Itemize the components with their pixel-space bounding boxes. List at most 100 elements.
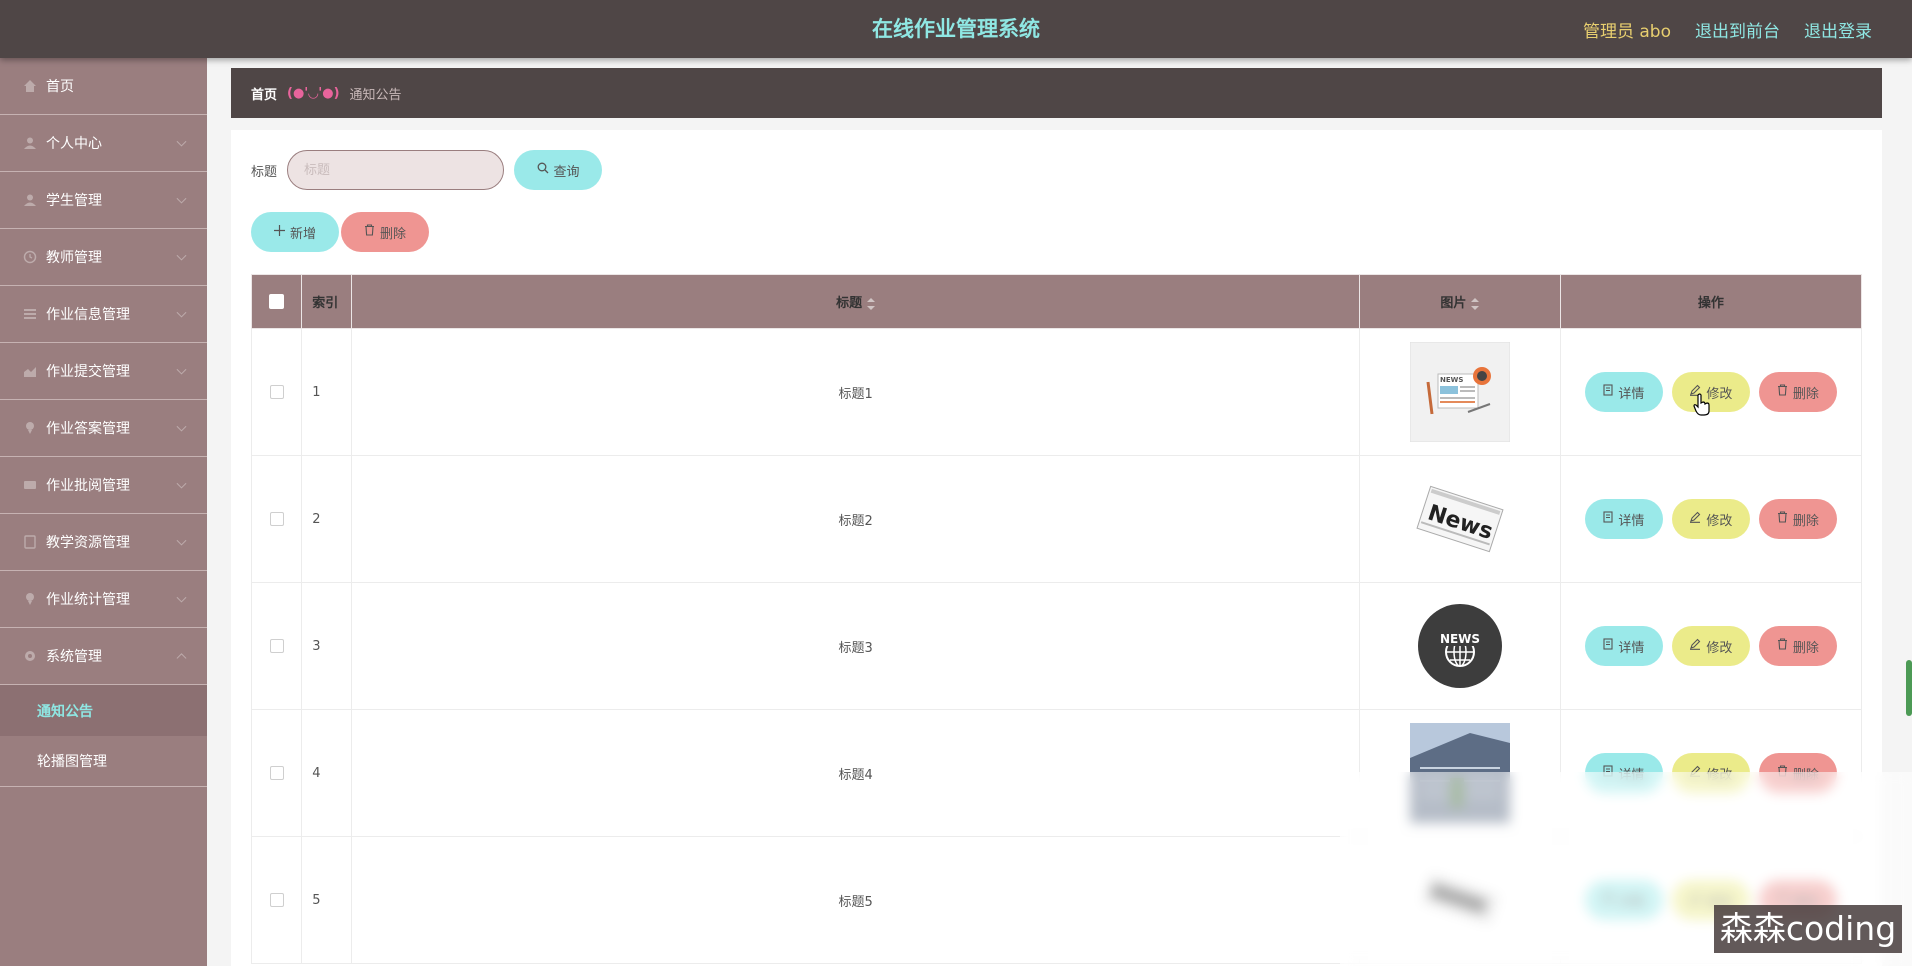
detail-button-label: 详情 [1618,640,1645,656]
trash-icon [364,224,375,240]
chevron-down-icon [176,307,187,318]
trash-icon [1777,384,1788,400]
detail-button-label: 详情 [1618,767,1645,783]
row-checkbox-cell [250,328,303,456]
column-header-actions: 操作 [1559,274,1863,329]
newspaper-image[interactable]: News [1410,469,1510,569]
edit-button-label: 修改 [1706,640,1733,656]
breadcrumb-current: 通知公告 [349,87,402,103]
doc-icon [1603,511,1613,527]
detail-button[interactable]: 详情 [1584,880,1663,920]
row-actions: 详情 修改 删除 [1561,626,1861,666]
select-all-checkbox[interactable] [269,294,285,309]
column-header-image[interactable]: 图片 [1359,274,1561,329]
sidebar-item-label: 作业统计管理 [46,592,130,608]
sidebar-item-label: 个人中心 [46,136,102,152]
row-image-cell [1359,709,1561,837]
pin-icon [22,591,38,607]
exit-to-front-link[interactable]: 退出到前台 [1695,17,1780,42]
sidebar-item-home[interactable]: 首页 [0,58,207,115]
breadcrumb-home[interactable]: 首页 [251,84,277,103]
detail-button[interactable]: 详情 [1584,753,1663,793]
logout-link[interactable]: 退出登录 [1804,17,1872,42]
sidebar-item-homework-stats[interactable]: 作业统计管理 [0,571,207,628]
user-icon [22,192,38,208]
card-icon [22,477,38,493]
row-checkbox[interactable] [269,766,284,780]
row-checkbox[interactable] [269,512,284,526]
trash-icon [1777,765,1788,781]
title-search-input[interactable] [287,150,505,190]
chevron-down-icon [176,250,187,261]
table-row: 1 标题1 NEWS 详情 修改 删除 [250,328,1863,456]
trash-icon [1777,638,1788,654]
top-bar: 在线作业管理系统 管理员 abo 退出到前台 退出登录 [0,0,1912,58]
news-desk-image[interactable]: NEWS [1409,342,1510,442]
query-button[interactable]: 查询 [514,150,603,190]
content-panel: 标题 查询 新增 删除 [231,130,1882,966]
scrollbar-thumb[interactable] [1906,660,1912,716]
sort-icon[interactable] [867,297,876,310]
row-actions-cell: 详情 修改 删除 [1559,455,1863,583]
hand-cursor-icon [1693,393,1710,416]
delete-button[interactable]: 删除 [1758,753,1837,793]
search-row: 标题 查询 [251,150,603,190]
edit-button[interactable]: 修改 [1671,499,1750,539]
detail-button[interactable]: 详情 [1584,626,1663,666]
delete-button[interactable]: 删除 [1758,626,1837,666]
sort-icon[interactable] [1471,297,1480,310]
pin-icon [22,420,38,436]
row-checkbox[interactable] [269,385,284,399]
add-button-label: 新增 [289,226,316,242]
sidebar-item-teaching-resources[interactable]: 教学资源管理 [0,514,207,571]
row-checkbox[interactable] [269,893,284,907]
row-actions: 详情 修改 删除 [1561,499,1861,539]
edit-button[interactable]: 修改 [1671,626,1750,666]
doc-icon [1603,765,1613,781]
detail-button[interactable]: 详情 [1584,499,1663,539]
clock-icon [22,249,38,265]
user-icon [22,135,38,151]
chevron-up-icon [176,653,187,664]
news-globe-image[interactable]: NEWS [1410,596,1510,696]
admin-label: 管理员 abo [1582,21,1671,42]
row-checkbox[interactable] [269,639,284,653]
sidebar-item-homework-info[interactable]: 作业信息管理 [0,286,207,343]
edit-button-label: 修改 [1706,513,1733,529]
sidebar-item-personal-center[interactable]: 个人中心 [0,115,207,172]
sidebar-item-homework-review[interactable]: 作业批阅管理 [0,457,207,514]
batch-delete-button[interactable]: 删除 [341,212,429,252]
sidebar-item-homework-submit[interactable]: 作业提交管理 [0,343,207,400]
sidebar-subitem-carousel[interactable]: 轮播图管理 [0,736,207,787]
add-button[interactable]: 新增 [251,212,339,252]
search-label: 标题 [251,164,278,180]
delete-button-label: 删除 [1792,767,1819,783]
edit-button[interactable]: 修改 [1671,753,1750,793]
row-index: 5 [301,836,353,964]
chevron-down-icon [176,136,187,147]
sidebar-item-student-management[interactable]: 学生管理 [0,172,207,229]
row-actions-cell: 详情 修改 删除 [1559,709,1863,837]
sidebar-item-system-management[interactable]: 系统管理 [0,628,207,685]
doc-icon [22,534,38,550]
newspaper-blurred-image[interactable] [1410,850,1510,950]
building-photo-image[interactable] [1409,723,1510,823]
detail-button[interactable]: 详情 [1584,372,1663,412]
sidebar-item-label: 系统管理 [46,649,102,665]
table-row: 4 标题4 详情 修改 删除 [250,709,1863,837]
detail-button-label: 详情 [1618,894,1645,910]
query-button-label: 查询 [553,164,580,180]
row-title: 标题5 [351,836,1360,964]
delete-button[interactable]: 删除 [1758,499,1837,539]
sidebar-item-homework-answer[interactable]: 作业答案管理 [0,400,207,457]
delete-button-label: 删除 [1792,386,1819,402]
action-row: 新增 删除 [251,212,429,252]
delete-button[interactable]: 删除 [1758,372,1837,412]
column-header-title[interactable]: 标题 [351,274,1360,329]
batch-delete-label: 删除 [379,226,406,242]
sidebar-subitem-notice[interactable]: 通知公告 [0,685,207,736]
home-icon [22,78,38,94]
table-header-row: 索引 标题 图片 操作 [250,274,1863,329]
watermark: 森森coding [1714,905,1902,953]
sidebar-item-teacher-management[interactable]: 教师管理 [0,229,207,286]
